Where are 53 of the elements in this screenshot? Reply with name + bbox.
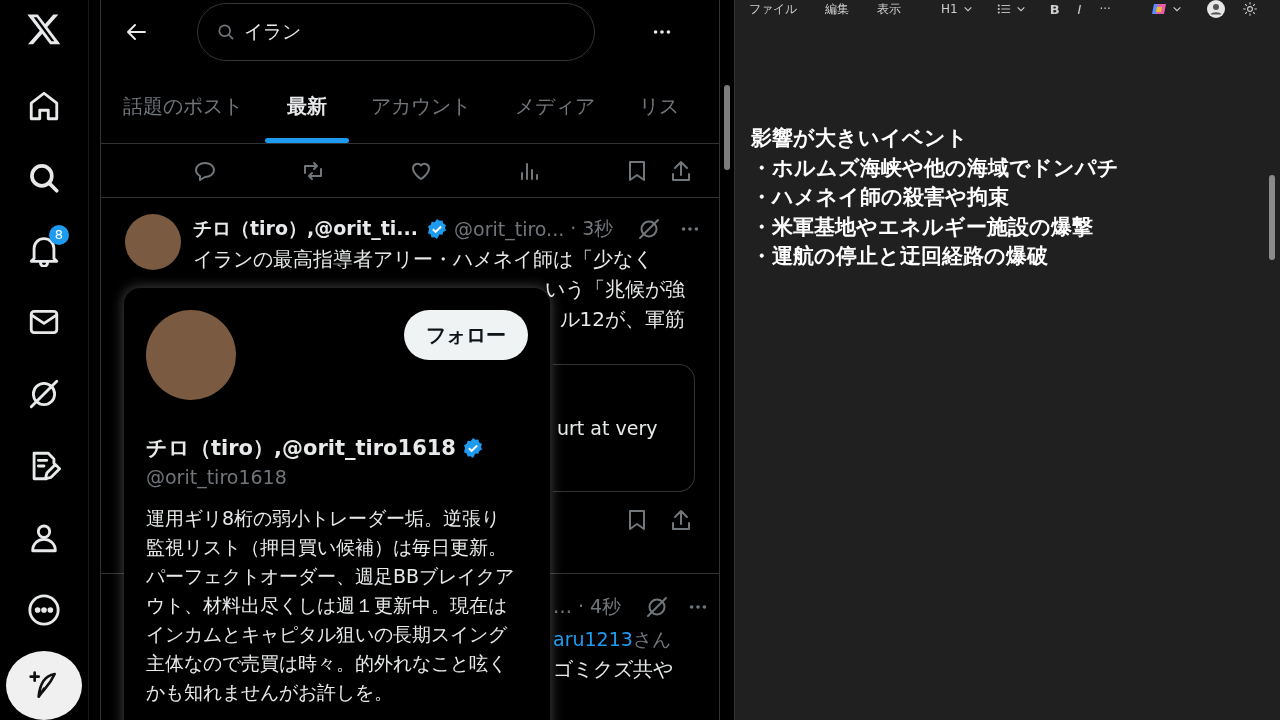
note-line: ・ホルムズ海峡や他の海域でドンパチ <box>751 154 1120 182</box>
avatar-photo-placeholder[interactable] <box>125 214 181 270</box>
chevron-down-icon[interactable] <box>1171 4 1182 14</box>
author-name[interactable]: チロ（tiro）,@orit_ti... <box>193 216 418 242</box>
search-tab[interactable]: 最新 <box>265 64 349 143</box>
search-tab[interactable]: アカウント <box>349 64 493 143</box>
share-icon[interactable] <box>669 158 693 183</box>
post-time[interactable]: · 3秒 <box>570 216 614 242</box>
menu-item[interactable]: ファイル <box>749 0 797 18</box>
note-line: ・ハメネイ師の殺害や拘束 <box>751 184 1010 211</box>
menu-item[interactable]: 表示 <box>877 0 901 18</box>
heading-dropdown[interactable]: H1 <box>941 2 973 16</box>
mention-link[interactable]: aru1213 <box>553 628 633 650</box>
sparkle-logo-icon[interactable] <box>1150 1 1167 17</box>
note-line: ・運航の停止と迂回経路の爆破 <box>751 243 1049 270</box>
profile-bio: 運用ギリ8桁の弱小トレーダー垢。逆張り監視リスト（押目買い候補）は毎日更新。パーフェクトオーダー、週足BBブレイクアウト、材料出尽くしは週１更新中。現在はインカムとキャピタル狙いの長期スイング主体なので売買は時々。的外れなこと呟くかも知れませんがお許しを。 <box>146 506 516 705</box>
search-tab[interactable]: リス <box>617 64 701 143</box>
reply-to-text: aru1213さん <box>553 627 672 652</box>
search-tab[interactable]: 話題のポスト <box>101 64 265 143</box>
share-icon[interactable] <box>669 508 693 532</box>
search-icon <box>216 22 236 42</box>
more-button[interactable]: ··· <box>1099 2 1111 16</box>
menu-item[interactable]: 編集 <box>825 0 849 18</box>
account-icon[interactable] <box>1205 0 1226 19</box>
profile-name[interactable]: チロ（tiro）,@orit_tiro1618 <box>146 434 456 462</box>
settings-icon[interactable] <box>1241 1 1258 17</box>
link-card[interactable]: urt at very <box>553 364 695 492</box>
chevron-down-icon[interactable] <box>962 4 973 14</box>
x-logo-icon[interactable] <box>26 11 62 47</box>
notification-badge: 8 <box>49 225 69 245</box>
chevron-down-icon[interactable] <box>1015 4 1026 14</box>
bold-button[interactable]: B <box>1049 1 1060 17</box>
post-text: ル12が、軍筋 <box>558 306 686 333</box>
post-time[interactable]: … · 4秒 <box>553 594 622 620</box>
slashed-circle-icon[interactable] <box>27 377 61 411</box>
home-icon[interactable] <box>27 89 61 123</box>
follow-button[interactable]: フォロー <box>404 310 528 360</box>
search-tab[interactable]: メディア <box>493 64 617 143</box>
post-text: イランの最高指導者アリー・ハメネイ師は「少なく <box>193 246 654 273</box>
more-icon[interactable] <box>27 593 61 627</box>
search-input[interactable]: イラン <box>242 20 546 44</box>
note-heading: 影響が大きいイベント <box>751 125 969 152</box>
note-line: ・米軍基地やエネルギー施設の爆撃 <box>751 213 1094 241</box>
list-dropdown[interactable] <box>996 2 1026 16</box>
list-icon[interactable] <box>996 2 1011 16</box>
profile-handle[interactable]: @orit_tiro1618 <box>146 466 528 488</box>
italic-button[interactable]: I <box>1077 1 1082 17</box>
author-handle[interactable]: @orit_tiro... <box>454 218 565 240</box>
post-text: いう「兆候が強 <box>544 276 686 303</box>
post-text: ゴミクズ共や <box>553 656 674 683</box>
assistant-dropdown[interactable] <box>1150 1 1182 17</box>
card-text: urt at very <box>557 417 658 439</box>
search-icon[interactable] <box>27 161 61 195</box>
